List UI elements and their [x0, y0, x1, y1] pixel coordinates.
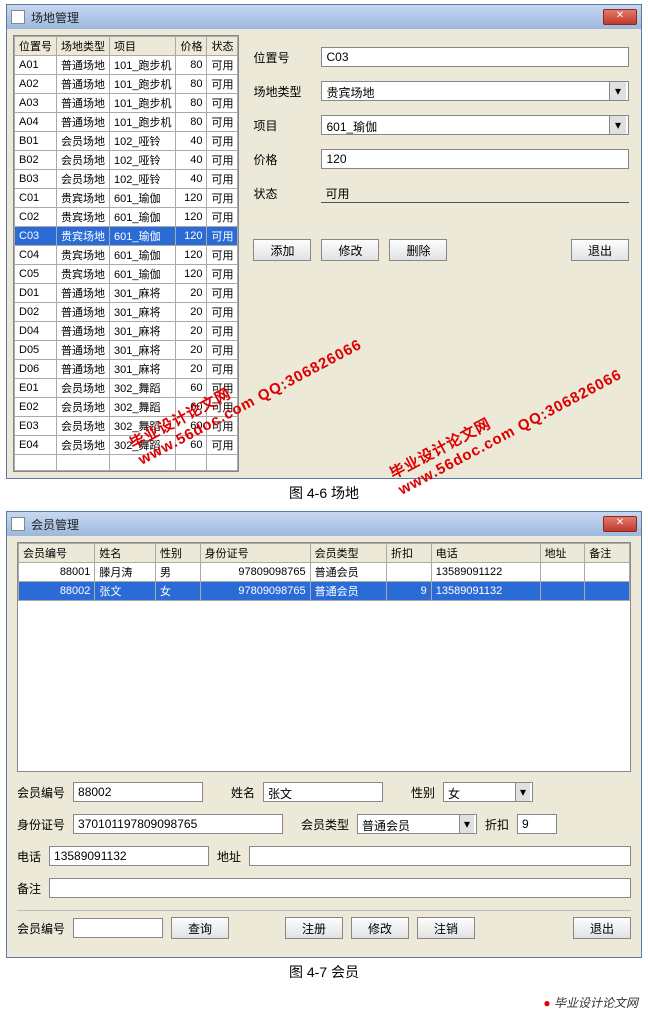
unregister-button[interactable]: 注销 — [417, 917, 475, 939]
name-input[interactable]: 张文 — [263, 782, 383, 802]
sex-select[interactable]: 女 — [443, 782, 533, 802]
addr-input[interactable] — [249, 846, 631, 866]
table-row[interactable]: D04普通场地301_麻将20可用 — [15, 322, 238, 341]
register-button[interactable]: 注册 — [285, 917, 343, 939]
table-row[interactable]: D05普通场地301_麻将20可用 — [15, 341, 238, 360]
table-row[interactable]: 88002张文女97809098765普通会员913589091132 — [19, 582, 630, 601]
close-icon[interactable]: ✕ — [603, 9, 637, 25]
status-display: 可用 — [321, 183, 629, 203]
label-member-id: 会员编号 — [17, 784, 65, 801]
window-title: 场地管理 — [31, 9, 603, 26]
table-row[interactable]: B02会员场地102_哑铃40可用 — [15, 151, 238, 170]
app-icon — [11, 517, 25, 531]
close-icon[interactable]: ✕ — [603, 516, 637, 532]
exit-button[interactable]: 退出 — [571, 239, 629, 261]
disc-input[interactable]: 9 — [517, 814, 557, 834]
col-header[interactable]: 位置号 — [15, 37, 57, 56]
table-row[interactable]: B03会员场地102_哑铃40可用 — [15, 170, 238, 189]
window-member: 会员管理 ✕ 会员编号姓名性别身份证号会员类型折扣电话地址备注88001滕月涛男… — [6, 511, 642, 958]
form-panel: 位置号 C03 场地类型贵宾场地 项目 601_瑜伽 价格 120 状态可用 添加 修… — [247, 35, 635, 472]
label-name: 姓名 — [231, 784, 255, 801]
table-row[interactable]: E01会员场地302_舞蹈60可用 — [15, 379, 238, 398]
col-header[interactable]: 项目 — [110, 37, 176, 56]
price-input[interactable]: 120 — [321, 149, 629, 169]
mtype-select[interactable]: 普通会员 — [357, 814, 477, 834]
query-id-input[interactable] — [73, 918, 163, 938]
tel-input[interactable]: 13589091132 — [49, 846, 209, 866]
col-header[interactable]: 会员编号 — [19, 544, 95, 563]
col-header[interactable]: 场地类型 — [57, 37, 110, 56]
exit-button[interactable]: 退出 — [573, 917, 631, 939]
window-title: 会员管理 — [31, 516, 603, 533]
figure-caption-2: 图 4-7 会员 — [0, 962, 648, 982]
table-row[interactable]: E02会员场地302_舞蹈60可用 — [15, 398, 238, 417]
pos-input[interactable]: C03 — [321, 47, 629, 67]
table-row[interactable]: C01贵宾场地601_瑜伽120可用 — [15, 189, 238, 208]
table-row[interactable]: C05贵宾场地601_瑜伽120可用 — [15, 265, 238, 284]
table-row[interactable] — [15, 455, 238, 471]
figure-caption-1: 图 4-6 场地 — [0, 483, 648, 503]
label-note: 备注 — [17, 880, 41, 897]
col-header[interactable]: 姓名 — [95, 544, 156, 563]
venue-grid[interactable]: 位置号场地类型项目价格状态A01普通场地101_跑步机80可用A02普通场地10… — [13, 35, 239, 472]
table-row[interactable]: A01普通场地101_跑步机80可用 — [15, 56, 238, 75]
titlebar[interactable]: 会员管理 ✕ — [7, 512, 641, 536]
type-select[interactable]: 贵宾场地 — [321, 81, 629, 101]
col-header[interactable]: 地址 — [540, 544, 585, 563]
table-row[interactable]: D06普通场地301_麻将20可用 — [15, 360, 238, 379]
footer-logo: ● 毕业设计论文网 — [0, 990, 648, 1015]
table-row[interactable]: C02贵宾场地601_瑜伽120可用 — [15, 208, 238, 227]
table-row[interactable]: E04会员场地302_舞蹈60可用 — [15, 436, 238, 455]
table-row[interactable]: 88001滕月涛男97809098765普通会员13589091122 — [19, 563, 630, 582]
label-price: 价格 — [253, 151, 309, 168]
col-header[interactable]: 电话 — [431, 544, 540, 563]
label-idcard: 身份证号 — [17, 816, 65, 833]
label-pos: 位置号 — [253, 49, 309, 66]
label-sex: 性别 — [411, 784, 435, 801]
table-row[interactable]: D01普通场地301_麻将20可用 — [15, 284, 238, 303]
add-button[interactable]: 添加 — [253, 239, 311, 261]
col-header[interactable]: 备注 — [585, 544, 630, 563]
col-header[interactable]: 状态 — [207, 37, 238, 56]
label-proj: 项目 — [253, 117, 309, 134]
label-type: 场地类型 — [253, 83, 309, 100]
col-header[interactable]: 性别 — [155, 544, 200, 563]
titlebar[interactable]: 场地管理 ✕ — [7, 5, 641, 29]
delete-button[interactable]: 删除 — [389, 239, 447, 261]
col-header[interactable]: 折扣 — [387, 544, 432, 563]
member-grid[interactable]: 会员编号姓名性别身份证号会员类型折扣电话地址备注88001滕月涛男9780909… — [17, 542, 631, 772]
table-row[interactable]: B01会员场地102_哑铃40可用 — [15, 132, 238, 151]
modify-button[interactable]: 修改 — [351, 917, 409, 939]
table-row[interactable]: A02普通场地101_跑步机80可用 — [15, 75, 238, 94]
col-header[interactable]: 价格 — [176, 37, 207, 56]
table-row[interactable]: C03贵宾场地601_瑜伽120可用 — [15, 227, 238, 246]
window-venue: 场地管理 ✕ 位置号场地类型项目价格状态A01普通场地101_跑步机80可用A0… — [6, 4, 642, 479]
proj-select[interactable]: 601_瑜伽 — [321, 115, 629, 135]
table-row[interactable]: A04普通场地101_跑步机80可用 — [15, 113, 238, 132]
label-addr: 地址 — [217, 848, 241, 865]
col-header[interactable]: 身份证号 — [200, 544, 310, 563]
table-row[interactable]: C04贵宾场地601_瑜伽120可用 — [15, 246, 238, 265]
label-mtype: 会员类型 — [301, 816, 349, 833]
table-row[interactable]: E03会员场地302_舞蹈60可用 — [15, 417, 238, 436]
label-tel: 电话 — [17, 848, 41, 865]
member-id-input[interactable]: 88002 — [73, 782, 203, 802]
table-row[interactable]: A03普通场地101_跑步机80可用 — [15, 94, 238, 113]
modify-button[interactable]: 修改 — [321, 239, 379, 261]
label-query-id: 会员编号 — [17, 920, 65, 937]
note-input[interactable] — [49, 878, 631, 898]
idcard-input[interactable]: 370101197809098765 — [73, 814, 283, 834]
query-button[interactable]: 查询 — [171, 917, 229, 939]
col-header[interactable]: 会员类型 — [310, 544, 386, 563]
label-disc: 折扣 — [485, 816, 509, 833]
table-row[interactable]: D02普通场地301_麻将20可用 — [15, 303, 238, 322]
label-status: 状态 — [253, 185, 309, 202]
app-icon — [11, 10, 25, 24]
